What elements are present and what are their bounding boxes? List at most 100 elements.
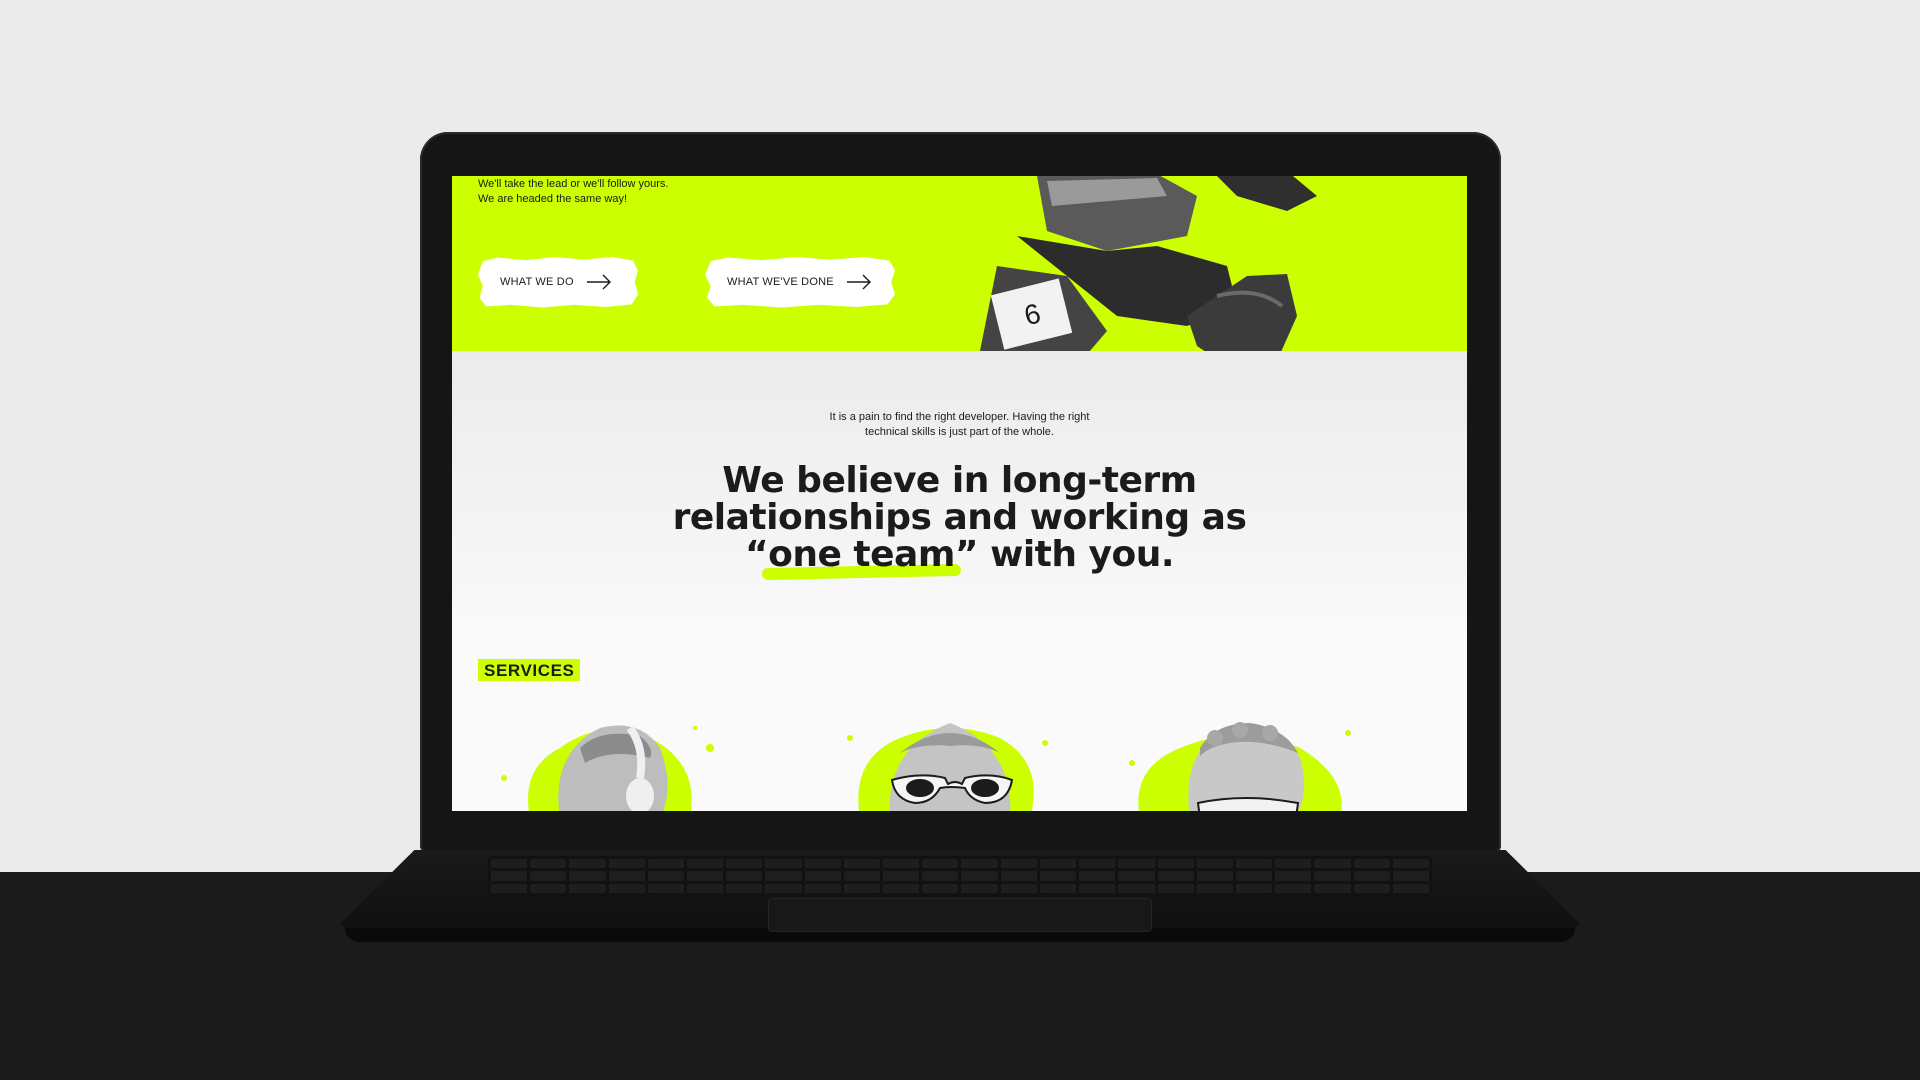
keyboard-key <box>1235 871 1273 881</box>
mission-headline: We believe in long-term relationships an… <box>492 460 1427 581</box>
keyboard-key <box>530 859 567 869</box>
keyboard-key <box>726 883 763 893</box>
keyboard-key <box>1275 859 1312 869</box>
keyboard-key <box>1353 883 1390 893</box>
keyboard-key <box>804 859 841 869</box>
keyboard-key <box>530 871 567 881</box>
arrow-right-icon <box>586 274 611 290</box>
keyboard-key <box>1196 883 1233 893</box>
keyboard-key <box>1118 859 1155 869</box>
keyboard-key <box>491 859 528 869</box>
keyboard-key <box>883 871 920 881</box>
services-label: SERVICES <box>478 659 581 681</box>
keyboard-key <box>491 871 528 881</box>
keyboard-key <box>608 859 645 869</box>
keyboard-key <box>1196 859 1233 869</box>
keyboard-key <box>961 871 998 881</box>
keyboard-key <box>1392 871 1429 881</box>
keyboard-key <box>726 859 763 869</box>
headline-line: We believe in long-term <box>722 460 1197 501</box>
bust-with-face-mask-icon <box>1129 722 1351 811</box>
keyboard-key <box>765 871 802 881</box>
intro-text: It is a pain to find the right developer… <box>802 410 1117 440</box>
keyboard-key <box>1039 883 1077 893</box>
keyboard-key <box>922 859 959 869</box>
keyboard-key <box>922 871 959 881</box>
headline-rest: ” with you. <box>954 534 1175 575</box>
keyboard-key <box>1079 871 1116 881</box>
keyboard-key <box>687 883 724 893</box>
keyboard-key <box>1275 883 1312 893</box>
keyboard-key <box>883 859 920 869</box>
keyboard-key <box>922 883 959 893</box>
keyboard-key <box>687 859 724 869</box>
keyboard-key <box>569 871 606 881</box>
keyboard-key <box>1000 859 1037 869</box>
keyboard-key <box>1196 871 1233 881</box>
keyboard-key <box>961 859 998 869</box>
keyboard-key <box>1039 859 1077 869</box>
what-we-do-button[interactable]: WHAT WE DO <box>478 257 638 308</box>
hero-tagline-line: We are headed the same way! <box>478 193 627 205</box>
bust-with-headphones-icon <box>501 725 714 811</box>
intro-line: It is a pain to find the right developer… <box>829 411 1090 423</box>
what-weve-done-button[interactable]: WHAT WE'VE DONE <box>705 257 895 308</box>
keyboard-key <box>647 883 685 893</box>
keyboard-key <box>1079 859 1116 869</box>
headline-highlight-text: one team <box>768 534 955 575</box>
keyboard-key <box>843 883 881 893</box>
keyboard-key <box>491 883 528 893</box>
keyboard-key <box>569 859 606 869</box>
keyboard-key <box>726 871 763 881</box>
keyboard-key <box>1118 871 1155 881</box>
keyboard-key <box>1157 859 1194 869</box>
keyboard-key <box>569 883 606 893</box>
keyboard-key <box>1157 883 1194 893</box>
keyboard-key <box>530 883 567 893</box>
keyboard-key <box>1275 871 1312 881</box>
laptop-screen: We'll take the lead or we'll follow your… <box>452 176 1467 811</box>
keyboard-key <box>883 883 920 893</box>
keyboard-key <box>765 883 802 893</box>
keyboard-key <box>1353 859 1390 869</box>
laptop-trackpad <box>768 898 1152 932</box>
keyboard-key <box>765 859 802 869</box>
keyboard-key <box>687 871 724 881</box>
keyboard-key <box>608 883 645 893</box>
what-we-do-label: WHAT WE DO <box>500 276 574 288</box>
keyboard-key <box>1157 871 1194 881</box>
headline-line-3: “one team” with you. <box>492 534 1427 581</box>
keyboard-key <box>1353 871 1390 881</box>
arrow-right-icon <box>846 274 871 290</box>
bust-with-sunglasses-icon <box>847 723 1048 811</box>
keyboard-key <box>1235 859 1273 869</box>
keyboard-key <box>1235 883 1273 893</box>
keyboard-key <box>843 859 881 869</box>
keyboard-key <box>1314 871 1351 881</box>
keyboard-key <box>804 883 841 893</box>
sprinter-photo: 6 <box>980 176 1317 351</box>
keyboard-key <box>1392 883 1429 893</box>
hero-section: We'll take the lead or we'll follow your… <box>452 176 1467 351</box>
keyboard-key <box>1314 883 1351 893</box>
keyboard-key <box>647 871 685 881</box>
keyboard-key <box>647 859 685 869</box>
keyboard-key <box>1118 883 1155 893</box>
what-weve-done-label: WHAT WE'VE DONE <box>727 276 834 288</box>
keyboard-key <box>1000 883 1037 893</box>
headline-line: relationships and working as <box>672 497 1247 538</box>
keyboard-key <box>1314 859 1351 869</box>
keyboard-key <box>1039 871 1077 881</box>
hero-tagline-line: We'll take the lead or we'll follow your… <box>478 178 669 190</box>
keyboard-key <box>608 871 645 881</box>
keyboard-key <box>1000 871 1037 881</box>
keyboard-key <box>843 871 881 881</box>
keyboard-key <box>1392 859 1429 869</box>
keyboard-key <box>804 871 841 881</box>
laptop-keyboard <box>488 856 1432 896</box>
keyboard-key <box>961 883 998 893</box>
keyboard-key <box>1079 883 1116 893</box>
hero-tagline: We'll take the lead or we'll follow your… <box>478 177 668 207</box>
headline-highlight: one team <box>762 534 961 581</box>
intro-line: technical skills is just part of the who… <box>865 426 1054 438</box>
